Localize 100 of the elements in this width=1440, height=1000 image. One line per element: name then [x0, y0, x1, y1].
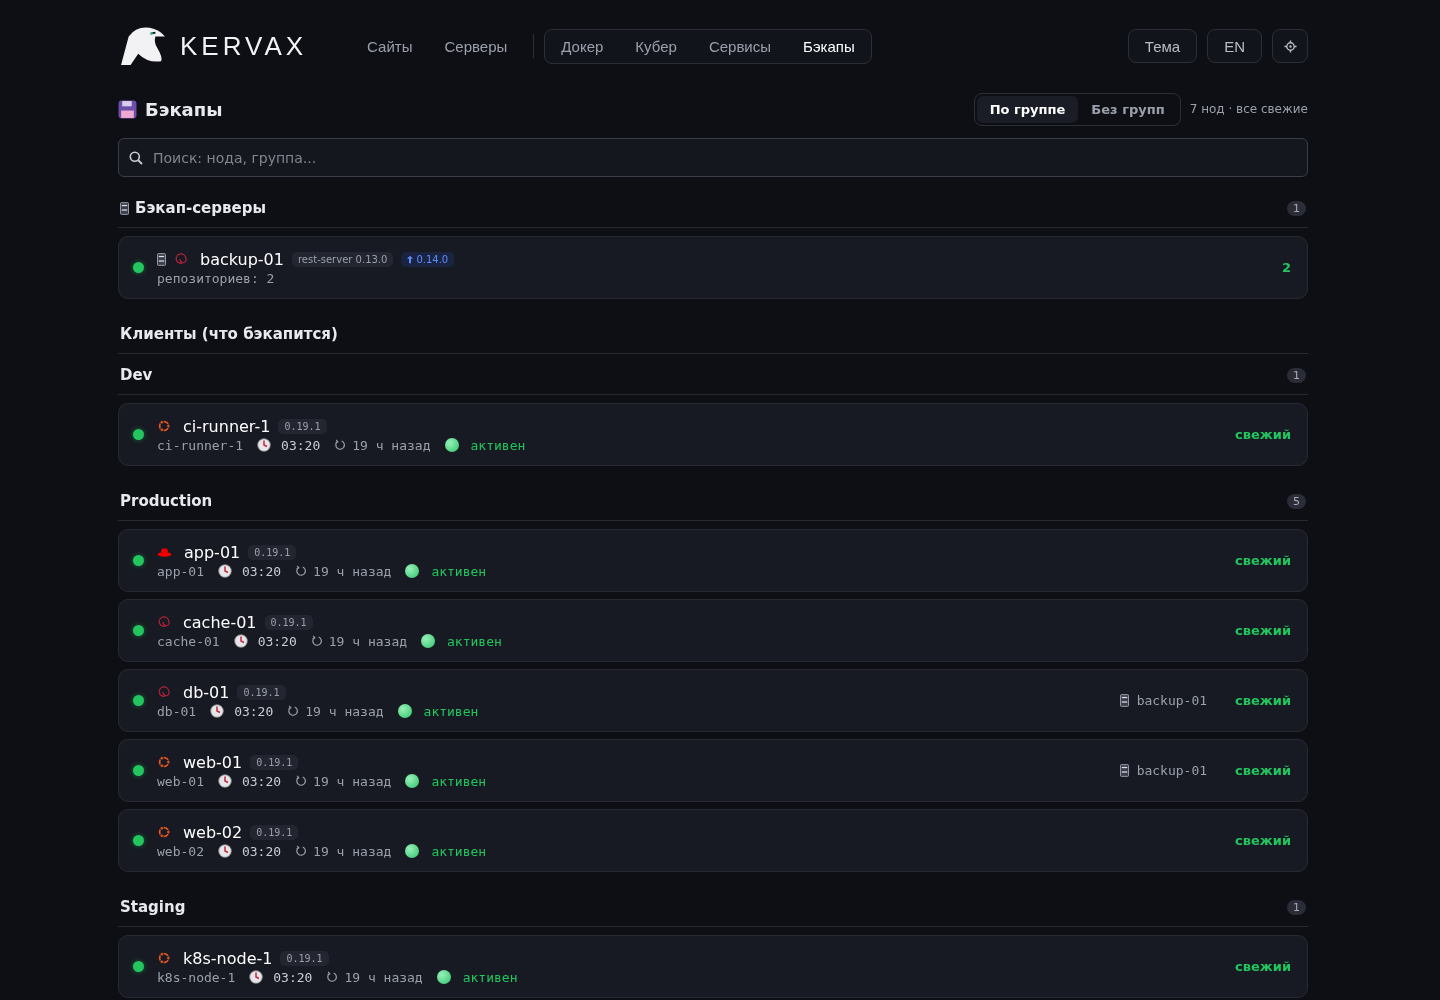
search-box[interactable]: Поиск: нода, группа...	[118, 138, 1308, 177]
nav-link[interactable]: Сайты	[351, 31, 429, 61]
status-text: активен	[431, 773, 487, 789]
last-backup-age: 19 ч назад	[313, 843, 392, 859]
status-text: активен	[447, 633, 502, 649]
clock-icon	[217, 774, 232, 788]
circle-of-friends-icon	[157, 951, 171, 965]
brand-name: KERVAX	[180, 30, 308, 62]
header-button[interactable]: EN	[1207, 29, 1262, 63]
nav-tab[interactable]: Бэкапы	[787, 31, 871, 61]
nav-tab[interactable]: Докер	[545, 31, 620, 61]
search-icon	[129, 150, 143, 165]
server-icon	[157, 252, 166, 266]
backup-time: 03:20	[281, 437, 321, 453]
last-backup-age: 19 ч назад	[328, 633, 408, 649]
status-text: активен	[470, 437, 526, 453]
status-orb-icon	[436, 970, 451, 984]
status-text: активен	[462, 969, 518, 985]
version-tag: 0.19.1	[250, 754, 299, 770]
node-card[interactable]: k8s-node-1 0.19.1 k8s-node-1 03:20 19 ч назад активен свежий	[118, 935, 1308, 998]
hat-icon	[157, 546, 172, 558]
version-tag: rest-server 0.13.0	[291, 251, 394, 267]
status-orb-icon	[405, 774, 420, 788]
clock-icon	[249, 970, 264, 984]
circle-of-friends-icon	[157, 825, 171, 839]
settings-icon	[1283, 39, 1297, 53]
count-badge: 5	[1287, 493, 1306, 509]
status-orb-icon	[405, 844, 420, 858]
circle-of-friends-icon	[157, 419, 171, 433]
refresh-icon	[334, 439, 347, 451]
backup-time: 03:20	[257, 633, 297, 649]
node-card[interactable]: web-02 0.19.1 web-02 03:20 19 ч назад активен свежий	[118, 809, 1308, 872]
view-option[interactable]: По группе	[976, 95, 1079, 123]
page-title: Бэкапы	[145, 98, 223, 120]
last-backup-age: 19 ч назад	[352, 437, 431, 453]
backup-time: 03:20	[273, 969, 313, 985]
search-field[interactable]: Поиск: нода, группа...	[151, 148, 1297, 167]
count-badge: 1	[1287, 200, 1306, 216]
backup-time: 03:20	[241, 773, 282, 789]
backup-time: 03:20	[234, 703, 274, 719]
clock-icon	[217, 564, 232, 578]
swirl-icon	[157, 685, 171, 699]
server-name: backup-01	[200, 249, 284, 269]
node-name: k8s-node-1	[183, 948, 273, 968]
node-name: cache-01	[183, 612, 257, 632]
freshness-label: свежий	[1235, 427, 1291, 442]
clock-icon	[217, 844, 232, 858]
refresh-icon	[310, 635, 323, 647]
repo-total: 2	[1281, 260, 1291, 275]
version-tag: 0.19.1	[248, 544, 297, 560]
status-text: активен	[423, 703, 479, 719]
node-name: db-01	[183, 682, 230, 702]
repo-count: репозиториев: 2	[157, 270, 275, 286]
refresh-icon	[326, 971, 339, 983]
version-tag: 0.19.1	[280, 950, 329, 966]
section-title: Бэкап-серверы	[135, 199, 266, 217]
clock-icon	[233, 634, 248, 648]
server-card[interactable]: backup-01 rest-server 0.13.0 0.14.0 репозиториев: 2 2	[118, 236, 1308, 299]
group-title: Dev	[120, 366, 153, 384]
count-badge: 1	[1287, 899, 1306, 915]
server-icon	[1119, 694, 1129, 707]
nav-tab[interactable]: Сервисы	[692, 31, 788, 61]
freshness-label: свежий	[1235, 833, 1291, 848]
server-icon	[1119, 764, 1129, 777]
section-title: Клиенты (что бэкапится)	[120, 325, 338, 343]
node-card[interactable]: ci-runner-1 0.19.1 ci-runner-1 03:20 19 ч назад активен свежий	[118, 403, 1308, 466]
host-name: app-01	[157, 563, 204, 579]
summary-text: 7 нод · все свежие	[1189, 102, 1308, 116]
freshness-label: свежий	[1235, 693, 1291, 708]
settings-button[interactable]	[1272, 29, 1308, 63]
status-orb-icon	[405, 564, 420, 578]
last-backup-age: 19 ч назад	[313, 773, 392, 789]
header-button[interactable]: Тема	[1127, 29, 1198, 63]
refresh-icon	[295, 845, 308, 857]
update-badge: 0.14.0	[401, 251, 455, 267]
host-name: db-01	[157, 703, 197, 719]
refresh-icon	[295, 565, 308, 577]
node-card[interactable]: app-01 0.19.1 app-01 03:20 19 ч назад активен свежий	[118, 529, 1308, 592]
refresh-icon	[287, 705, 300, 717]
host-name: k8s-node-1	[157, 969, 236, 985]
nav-link[interactable]: Серверы	[428, 31, 524, 61]
node-card[interactable]: cache-01 0.19.1 cache-01 03:20 19 ч назад активен свежий	[118, 599, 1308, 662]
node-name: web-02	[183, 822, 243, 842]
node-card[interactable]: web-01 0.19.1 web-01 03:20 19 ч назад активен backup-01 свежий	[118, 739, 1308, 802]
status-text: активен	[431, 843, 487, 859]
status-orb-icon	[444, 438, 459, 452]
count-badge: 1	[1287, 367, 1306, 383]
view-option[interactable]: Без групп	[1078, 95, 1178, 123]
group-title: Staging	[120, 898, 186, 916]
clock-icon	[210, 704, 225, 718]
nav-tab[interactable]: Кубер	[619, 31, 693, 61]
node-name: web-01	[183, 752, 243, 772]
version-tag: 0.19.1	[264, 614, 313, 630]
clock-icon	[257, 438, 272, 452]
node-name: ci-runner-1	[183, 416, 271, 436]
last-backup-age: 19 ч назад	[313, 563, 392, 579]
host-name: cache-01	[157, 633, 220, 649]
node-card[interactable]: db-01 0.19.1 db-01 03:20 19 ч назад активен backup-01 свежий	[118, 669, 1308, 732]
status-text: активен	[431, 563, 487, 579]
server-icon	[120, 201, 129, 215]
